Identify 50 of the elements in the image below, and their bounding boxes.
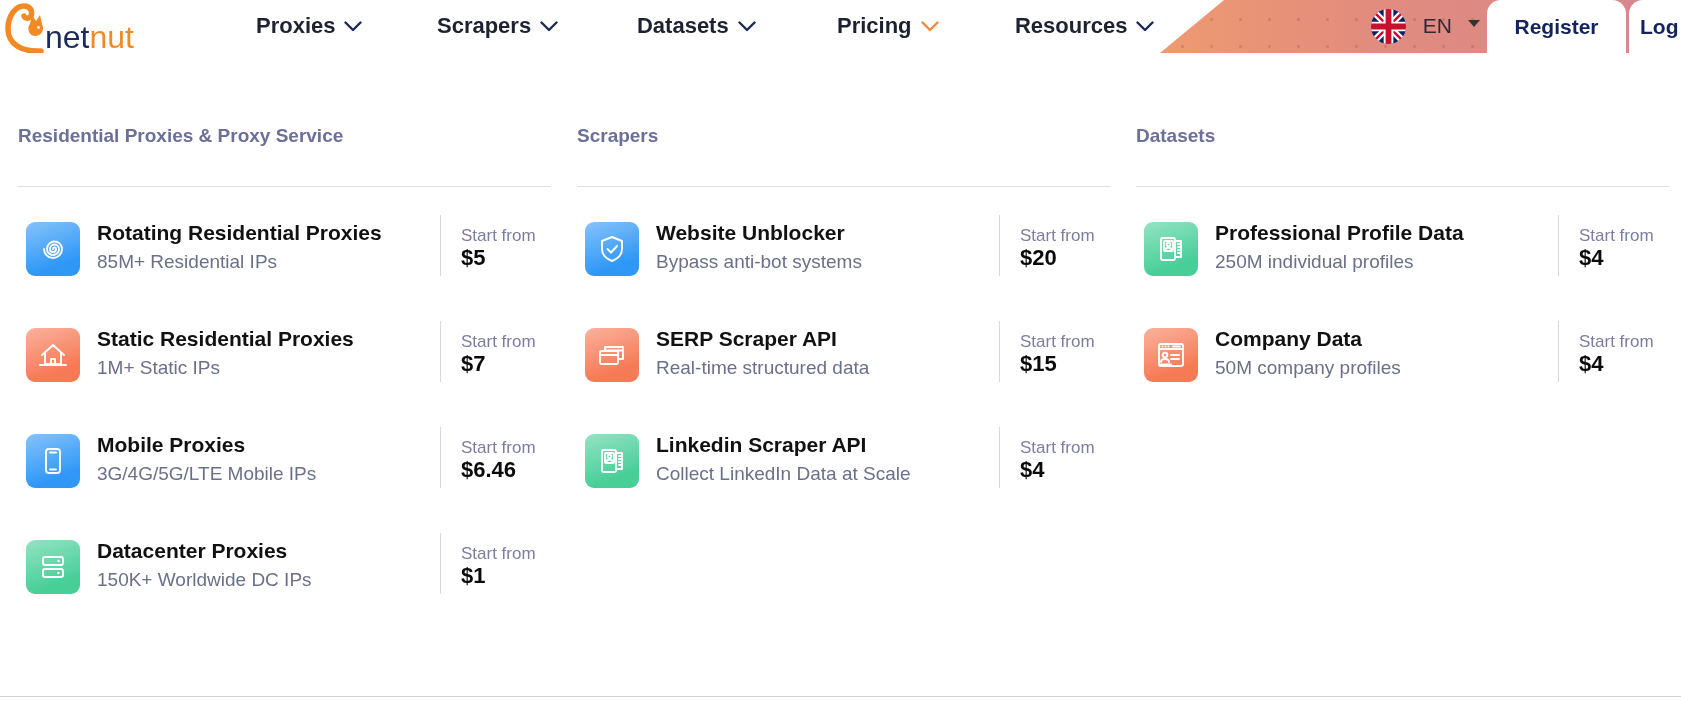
price-label: Start from	[1020, 225, 1095, 247]
product-description: Real-time structured data	[656, 356, 870, 380]
login-button[interactable]: Log	[1629, 0, 1681, 53]
nav-menu-item[interactable]: Scrapers	[436, 0, 559, 52]
product-link[interactable]: Datacenter Proxies	[97, 539, 288, 563]
product-link[interactable]: SERP Scraper API	[656, 327, 837, 351]
product-link[interactable]: Static Residential Proxies	[97, 327, 354, 351]
column-heading: Datasets	[1136, 126, 1216, 146]
column-heading: Scrapers	[577, 126, 659, 146]
product-link[interactable]: Professional Profile Data	[1215, 221, 1464, 245]
product-description: Collect LinkedIn Data at Scale	[656, 462, 911, 486]
price-value: $15	[1020, 353, 1057, 375]
product-link[interactable]: Website Unblocker	[656, 221, 845, 245]
price-label: Start from	[461, 437, 536, 459]
nav-menu-item[interactable]: Resources	[1014, 0, 1155, 52]
register-button[interactable]: Register	[1487, 0, 1626, 53]
nav-menu-item[interactable]: Datasets	[636, 0, 756, 52]
language-selector[interactable]: EN	[1370, 0, 1480, 52]
product-description: 50M company profiles	[1215, 356, 1401, 380]
product-description: 250M individual profiles	[1215, 250, 1414, 274]
product-description: 1M+ Static IPs	[97, 356, 221, 380]
price-value: $20	[1020, 247, 1057, 269]
price-value: $6.46	[461, 459, 517, 481]
price-value: $1	[461, 565, 486, 587]
caret-icon	[1468, 19, 1480, 27]
squirrel-icon	[5, 3, 45, 53]
price-value: $4	[1020, 459, 1045, 481]
price-label: Start from	[1020, 331, 1095, 353]
product-link[interactable]: Linkedin Scraper API	[656, 433, 867, 457]
price-label: Start from	[1020, 437, 1095, 459]
product-link[interactable]: Company Data	[1215, 327, 1363, 351]
price-label: Start from	[461, 543, 536, 565]
nav-menu-item[interactable]: Pricing	[836, 0, 939, 52]
product-description: 85M+ Residential IPs	[97, 250, 278, 274]
price-value: $5	[461, 247, 486, 269]
product-description: Bypass anti-bot systems	[656, 250, 862, 274]
product-description: 3G/4G/5G/LTE Mobile IPs	[97, 462, 317, 486]
nav-menu-item[interactable]: Proxies	[255, 0, 363, 52]
flag-icon	[1370, 8, 1406, 44]
product-description: 150K+ Worldwide DC IPs	[97, 568, 312, 592]
price-label: Start from	[1579, 225, 1654, 247]
price-label: Start from	[1579, 331, 1654, 353]
price-label: Start from	[461, 331, 536, 353]
price-value: $7	[461, 353, 486, 375]
product-link[interactable]: Mobile Proxies	[97, 433, 246, 457]
price-label: Start from	[461, 225, 536, 247]
column-heading: Residential Proxies & Proxy Service	[18, 126, 344, 146]
price-value: $4	[1579, 247, 1604, 269]
price-value: $4	[1579, 353, 1604, 375]
product-link[interactable]: Rotating Residential Proxies	[97, 221, 382, 245]
